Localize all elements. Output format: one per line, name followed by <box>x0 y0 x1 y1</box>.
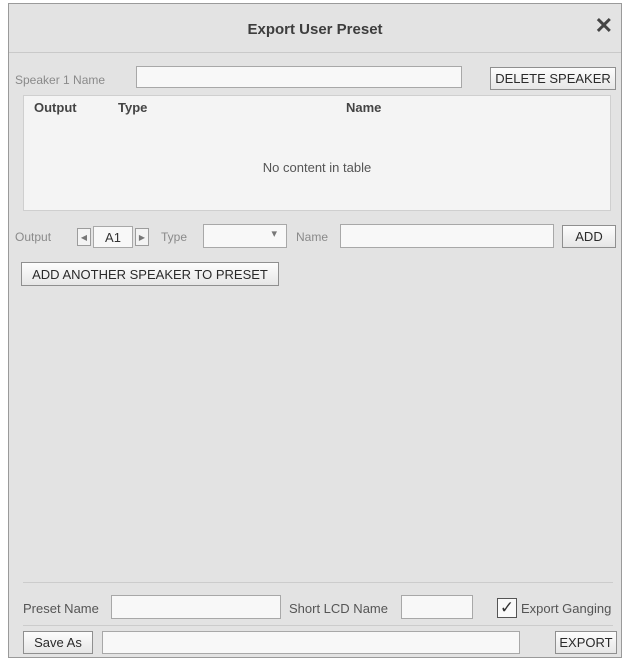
speaker-name-input[interactable] <box>136 66 462 88</box>
dropdown-arrow-icon: ▾ <box>271 228 277 240</box>
empty-table-message: No content in table <box>262 160 372 175</box>
short-lcd-name-input[interactable] <box>401 595 473 619</box>
export-ganging-checkbox[interactable]: ✓ <box>497 598 517 618</box>
column-header-type[interactable]: Type <box>118 100 147 115</box>
footer-divider <box>23 582 613 583</box>
delete-speaker-button[interactable]: DELETE SPEAKER <box>490 67 616 90</box>
checkmark-icon: ✓ <box>499 598 515 617</box>
title-bar: Export User Preset ✕ <box>9 4 621 53</box>
output-value[interactable]: A1 <box>93 226 133 248</box>
speaker-name-label: Speaker 1 Name <box>15 73 106 87</box>
save-as-button[interactable]: Save As <box>23 631 93 654</box>
dialog-title: Export User Preset <box>247 21 383 38</box>
add-button[interactable]: ADD <box>562 225 616 248</box>
speaker-outputs-table: Output Type Name No content in table <box>23 95 611 211</box>
output-name-input[interactable] <box>340 224 554 248</box>
export-user-preset-dialog: Export User Preset ✕ Speaker 1 Name DELE… <box>8 3 622 658</box>
type-label: Type <box>161 230 188 244</box>
save-path-input[interactable] <box>102 631 520 654</box>
short-lcd-name-label: Short LCD Name <box>289 601 388 616</box>
output-label: Output <box>15 230 52 244</box>
column-header-output[interactable]: Output <box>34 100 77 115</box>
type-select[interactable]: ▾ <box>203 224 287 248</box>
export-button[interactable]: EXPORT <box>555 631 617 654</box>
chevron-left-icon[interactable]: ◀ <box>77 228 91 246</box>
column-header-name[interactable]: Name <box>346 100 381 115</box>
export-ganging-label: Export Ganging <box>521 601 612 616</box>
preset-name-input[interactable] <box>111 595 281 619</box>
name-label: Name <box>296 230 329 244</box>
preset-name-label: Preset Name <box>23 601 99 616</box>
footer-divider-2 <box>23 625 613 626</box>
close-icon[interactable]: ✕ <box>595 15 613 37</box>
add-another-speaker-button[interactable]: ADD ANOTHER SPEAKER TO PRESET <box>21 262 279 286</box>
chevron-right-icon[interactable]: ▶ <box>135 228 149 246</box>
